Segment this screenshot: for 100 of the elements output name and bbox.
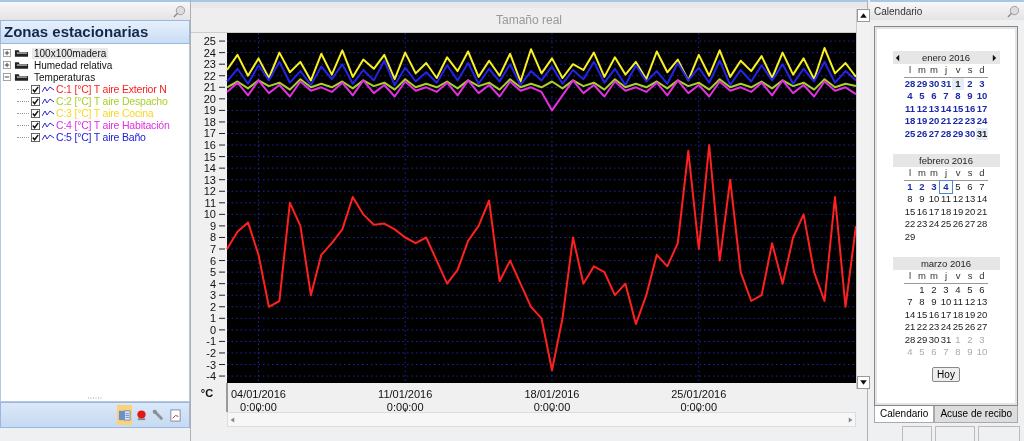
calendar-day[interactable]: 7 (940, 90, 952, 103)
vertical-scrollbar[interactable] (856, 9, 869, 389)
calendar-day[interactable]: 29 (904, 230, 916, 243)
calendar-day[interactable]: 4 (904, 90, 916, 103)
calendar-day[interactable]: 30 (928, 333, 940, 346)
calendar-day[interactable]: 28 (904, 77, 916, 90)
expand-icon[interactable] (3, 49, 11, 57)
calendar-day[interactable]: 9 (916, 193, 928, 206)
calendar-day[interactable]: 1 (916, 283, 928, 296)
checkbox[interactable] (31, 120, 40, 130)
calendar-day[interactable]: 14 (904, 308, 916, 321)
tree-item[interactable]: C:4 [°C] T aire Habitación (56, 119, 170, 131)
calendar-day[interactable]: 16 (928, 308, 940, 321)
calendar-day[interactable]: 22 (952, 115, 964, 128)
tree-item[interactable]: C:1 [°C] T aire Exterior N (56, 83, 167, 95)
calendar-day[interactable]: 6 (976, 283, 988, 296)
calendar-day[interactable]: 24 (976, 115, 988, 128)
checkbox[interactable] (31, 132, 40, 142)
calendar-day[interactable]: 30 (964, 127, 976, 140)
calendar-day[interactable]: 12 (916, 102, 928, 115)
calendar-day[interactable]: 16 (916, 205, 928, 218)
scroll-down-icon[interactable] (856, 376, 870, 389)
calendar-day[interactable]: 9 (964, 90, 976, 103)
calendar-day[interactable]: 12 (952, 193, 964, 206)
calendar-day[interactable]: 18 (904, 115, 916, 128)
calendar-day[interactable]: 25 (940, 218, 952, 231)
expand-icon[interactable] (3, 61, 11, 69)
calendar-day[interactable]: 30 (928, 77, 940, 90)
calendar-day[interactable]: 27 (976, 321, 988, 334)
calendar-day[interactable]: 18 (952, 308, 964, 321)
calendar-day[interactable]: 15 (916, 308, 928, 321)
calendar-day[interactable]: 23 (964, 115, 976, 128)
calendar-day[interactable]: 27 (928, 127, 940, 140)
calendar-day[interactable]: 13 (928, 102, 940, 115)
calendar-day[interactable]: 11 (940, 193, 952, 206)
calendar-day[interactable]: 8 (904, 193, 916, 206)
calendar-day[interactable]: 16 (964, 102, 976, 115)
tree-item[interactable]: 100x100madera (32, 47, 109, 59)
calendar-day[interactable]: 29 (952, 127, 964, 140)
calendar-day[interactable]: 25 (952, 321, 964, 334)
calendar-day[interactable]: 8 (916, 296, 928, 309)
calendar-day[interactable]: 13 (976, 296, 988, 309)
calendar-day[interactable]: 26 (964, 321, 976, 334)
calendar-day[interactable]: 7 (904, 296, 916, 309)
calendar-day[interactable]: 6 (928, 90, 940, 103)
calendar-day[interactable]: 5 (964, 283, 976, 296)
calendar-day[interactable]: 21 (940, 115, 952, 128)
calendar-day[interactable]: 9 (928, 296, 940, 309)
calendar-day[interactable]: 14 (976, 193, 988, 206)
tree-item[interactable]: C:5 [°C] T aire Baño (56, 131, 146, 143)
calendar-day[interactable]: 17 (928, 205, 940, 218)
calendar-day[interactable]: 31 (940, 77, 952, 90)
calendar-day[interactable]: 18 (940, 205, 952, 218)
calendar-day[interactable]: 2 (964, 77, 976, 90)
calendar-day[interactable]: 31 (976, 127, 988, 140)
calendar-day[interactable]: 10 (976, 90, 988, 103)
calendar-day[interactable]: 1 (904, 180, 916, 193)
next-icon[interactable] (992, 53, 998, 62)
calendar-day[interactable]: 2 (916, 180, 928, 193)
calendar-day[interactable]: 24 (928, 218, 940, 231)
calendar-day[interactable]: 15 (952, 102, 964, 115)
calendar-day[interactable]: 20 (976, 308, 988, 321)
collapse-icon[interactable] (3, 73, 11, 81)
calendar-day[interactable]: 29 (916, 333, 928, 346)
calendar-day[interactable]: 5 (952, 180, 964, 193)
calendar-day[interactable]: 11 (952, 296, 964, 309)
calendar-day[interactable]: 3 (928, 180, 940, 193)
tab[interactable]: Calendario (874, 406, 935, 423)
calendar-day[interactable]: 3 (976, 77, 988, 90)
calendar-day[interactable]: 10 (940, 296, 952, 309)
calendar-day[interactable]: 12 (964, 296, 976, 309)
calendar-day[interactable]: 22 (916, 321, 928, 334)
book-icon[interactable] (117, 405, 132, 425)
calendar-day[interactable]: 20 (928, 115, 940, 128)
previous-icon[interactable] (894, 53, 900, 62)
calendar-day[interactable]: 20 (964, 205, 976, 218)
calendar-day[interactable]: 24 (940, 321, 952, 334)
tree-item[interactable]: Humedad relativa (32, 59, 115, 71)
calendar-day[interactable]: 11 (904, 102, 916, 115)
checkbox[interactable] (31, 96, 40, 106)
calendar-day[interactable]: 25 (904, 127, 916, 140)
calendar-day[interactable]: 10 (928, 193, 940, 206)
calendar-day[interactable]: 28 (904, 333, 916, 346)
calendar-day[interactable]: 7 (976, 180, 988, 193)
calendar-day[interactable]: 3 (940, 283, 952, 296)
calendar-day[interactable]: 14 (940, 102, 952, 115)
calendar-day[interactable]: 27 (964, 218, 976, 231)
calendar-day[interactable]: 26 (916, 127, 928, 140)
tree-item[interactable]: Temperaturas (32, 71, 98, 83)
calendar-day[interactable]: 8 (952, 90, 964, 103)
today-button[interactable]: Hoy (932, 366, 960, 382)
calendar-day[interactable]: 17 (940, 308, 952, 321)
calendar-day[interactable]: 6 (964, 180, 976, 193)
calendar-day[interactable]: 26 (952, 218, 964, 231)
calendar-day[interactable]: 22 (904, 218, 916, 231)
calendar-day[interactable]: 31 (940, 333, 952, 346)
calendar-day[interactable]: 13 (964, 193, 976, 206)
calendar-day[interactable]: 4 (952, 283, 964, 296)
horizontal-scrollbar[interactable] (227, 412, 856, 427)
calendar-day[interactable]: 23 (928, 321, 940, 334)
